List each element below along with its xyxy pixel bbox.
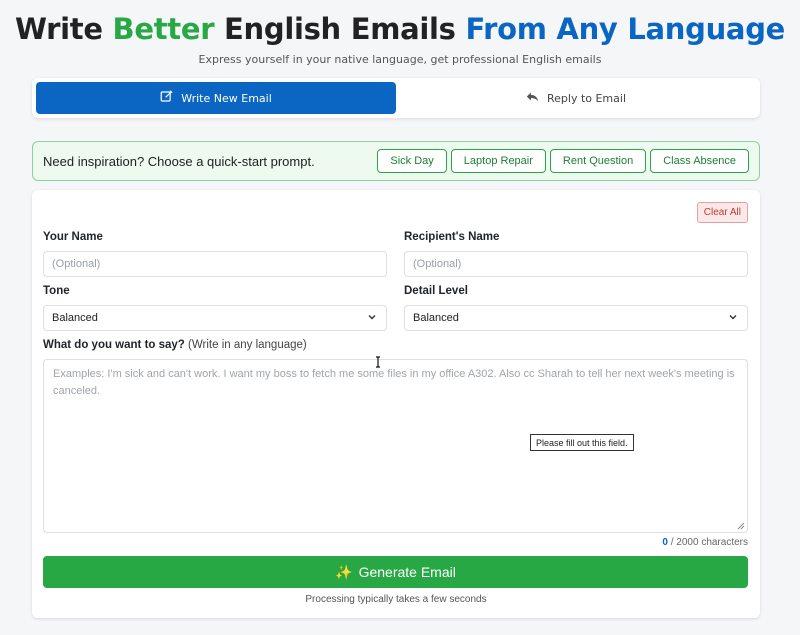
resize-handle-icon[interactable] <box>737 522 745 530</box>
tab-label: Reply to Email <box>546 91 627 105</box>
chevron-down-icon <box>366 311 378 326</box>
generate-email-button[interactable]: ✨ Generate Email <box>43 556 748 588</box>
tab-label: Write New Email <box>181 91 272 105</box>
reply-icon <box>526 90 539 106</box>
recipient-name-label: Recipient's Name <box>404 231 500 243</box>
title-text-4: From Any Language <box>465 12 786 46</box>
your-name-label: Your Name <box>43 231 103 243</box>
inspiration-text: Need inspiration? Choose a quick-start p… <box>43 153 315 169</box>
mode-tabs: Write New Email Reply to Email <box>32 78 760 118</box>
prompt-sick-day-button[interactable]: Sick Day <box>377 149 447 173</box>
prompt-laptop-repair-button[interactable]: Laptop Repair <box>450 149 546 173</box>
message-label: What do you want to say? (Write in any l… <box>43 339 307 351</box>
prompt-rent-question-button[interactable]: Rent Question <box>549 149 647 173</box>
title-text-2: Better <box>112 12 215 46</box>
email-form-card: Clear All Your Name (Optional) Recipient… <box>32 190 760 618</box>
edit-icon <box>160 90 173 106</box>
tone-select[interactable]: Balanced <box>43 305 387 331</box>
title-text-1: Write <box>14 12 113 46</box>
detail-level-select[interactable]: Balanced <box>404 305 748 331</box>
your-name-placeholder: (Optional) <box>52 258 101 270</box>
tone-label: Tone <box>43 285 70 297</box>
chevron-down-icon <box>727 311 739 326</box>
title-text-3: English Emails <box>214 12 466 46</box>
character-counter: 0 / 2000 characters <box>662 537 748 548</box>
tab-reply-to-email[interactable]: Reply to Email <box>396 82 756 114</box>
page-subtitle: Express yourself in your native language… <box>198 53 602 66</box>
processing-note: Processing typically takes a few seconds <box>305 594 487 605</box>
validation-tooltip: Please fill out this field. <box>530 434 634 451</box>
message-placeholder: Examples: I'm sick and can't work. I wan… <box>53 368 735 397</box>
recipient-name-placeholder: (Optional) <box>413 258 462 270</box>
page-title: Write Better English Emails From Any Lan… <box>0 12 800 46</box>
quick-start-panel: Need inspiration? Choose a quick-start p… <box>32 141 760 181</box>
clear-all-button[interactable]: Clear All <box>696 202 748 223</box>
sparkles-icon: ✨ <box>335 563 353 580</box>
prompt-class-absence-button[interactable]: Class Absence <box>650 149 749 173</box>
message-textarea[interactable]: Examples: I'm sick and can't work. I wan… <box>43 359 748 533</box>
tab-write-new-email[interactable]: Write New Email <box>36 82 396 114</box>
detail-level-label: Detail Level <box>404 285 468 297</box>
tone-value: Balanced <box>52 312 98 324</box>
message-label-text: What do you want to say? <box>43 339 185 351</box>
message-label-hint: (Write in any language) <box>188 339 307 351</box>
recipient-name-input[interactable]: (Optional) <box>404 251 748 277</box>
generate-label: Generate Email <box>358 564 456 580</box>
char-limit-text: / 2000 characters <box>667 537 748 548</box>
your-name-input[interactable]: (Optional) <box>43 251 387 277</box>
detail-level-value: Balanced <box>413 312 459 324</box>
text-cursor-icon <box>376 356 380 368</box>
